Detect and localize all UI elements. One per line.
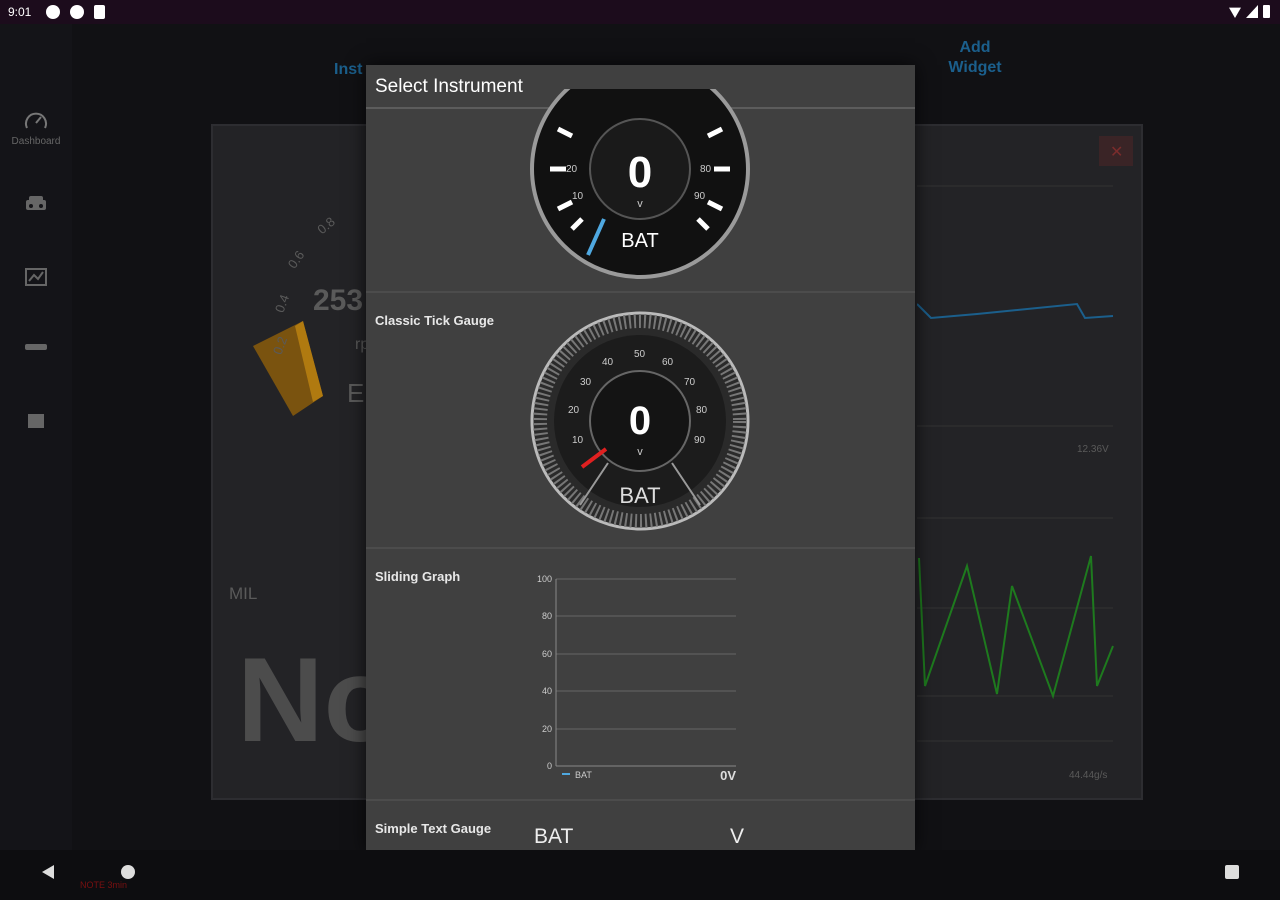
add-widget-label-line2: Widget (948, 59, 1002, 76)
home-icon[interactable] (120, 864, 136, 880)
gauge-value: 0 (629, 399, 651, 443)
instrument-option-simple-text-gauge[interactable]: Simple Text Gauge BAT V (366, 801, 915, 852)
car-icon (26, 196, 46, 210)
gauge-tick-label: 60 (662, 357, 674, 368)
instrument-option-classic-tick-gauge[interactable]: Classic Tick Gauge 0 v BAT 10 20 30 40 5… (366, 293, 915, 549)
gauge-tick-label: 70 (684, 377, 696, 388)
sidebar-item-stop[interactable] (0, 412, 72, 434)
rpm-value: 253 (313, 284, 364, 317)
navigation-bar: NOTE 3min (0, 850, 1280, 900)
gauge-value: 0 (628, 148, 652, 197)
mil-label: MIL (229, 584, 258, 603)
gauge-tick-label: 30 (580, 377, 592, 388)
gauge-tick-label: 90 (694, 435, 706, 446)
gauge-tick-label: 80 (696, 405, 708, 416)
instruments-button[interactable]: Inst (334, 60, 362, 80)
background-graphs (917, 185, 1114, 742)
graph-readout: 0V (720, 768, 736, 783)
system-icons (1229, 5, 1270, 18)
sidebar-item-graphs[interactable] (0, 267, 72, 291)
notification-icons (46, 5, 105, 19)
text-gauge-unit: V (730, 825, 745, 848)
signal-icon (1246, 5, 1258, 18)
volt-readout: 12.36V (1077, 444, 1109, 455)
gauge-tick-label: 90 (694, 191, 706, 202)
gauge-unit: v (637, 446, 643, 458)
status-bar: 9:01 (0, 0, 1280, 24)
y-tick-label: 0 (547, 761, 552, 771)
debug-overlay-text: NOTE 3min (80, 880, 128, 890)
close-icon: ✕ (1110, 144, 1124, 161)
obd-icon (25, 344, 47, 350)
gauge-tick-label: 40 (602, 357, 614, 368)
wifi-icon (1229, 7, 1241, 18)
gauge-tick-label: 10 (572, 435, 584, 446)
battery-icon (1263, 5, 1270, 18)
y-tick-label: 60 (542, 649, 552, 659)
select-instrument-dialog: Select Instrument 0 v BAT 10 20 80 90 Cl… (366, 65, 915, 852)
instrument-label: Sliding Graph (375, 569, 461, 584)
app-notification-icon (70, 5, 84, 19)
chart-icon (25, 268, 47, 286)
add-widget-button[interactable]: Add Widget (940, 38, 1010, 78)
legend-label: BAT (575, 770, 592, 780)
y-tick-label: 100 (537, 574, 552, 584)
instrument-label: Simple Text Gauge (375, 821, 492, 836)
app-window: Dashboard Inst Add Widget 0.2 0.4 0.6 0.… (0, 24, 1280, 852)
speed-readout: 44.44g/s (1069, 770, 1108, 781)
gauge-tick-label: 80 (700, 164, 712, 175)
status-time: 9:01 (8, 5, 32, 19)
gauge-name: BAT (619, 483, 660, 508)
text-gauge-name: BAT (534, 825, 574, 848)
speedometer-notification-icon (46, 5, 60, 19)
sidebar-item-label: Dashboard (11, 136, 61, 147)
gauge-name: BAT (621, 230, 658, 252)
gauge-tick-label: 50 (634, 349, 646, 360)
instrument-option-sliding-graph[interactable]: Sliding Graph 100 80 60 40 20 0 BAT 0V (366, 549, 915, 801)
back-icon[interactable] (40, 864, 56, 880)
y-tick-label: 20 (542, 724, 552, 734)
sliding-graph-preview: 100 80 60 40 20 0 BAT 0V (537, 574, 736, 783)
gauge-tick-label: 20 (568, 405, 580, 416)
y-tick-label: 40 (542, 686, 552, 696)
instrument-option-tick-gauge[interactable]: 0 v BAT 10 20 80 90 (366, 89, 915, 293)
tick-gauge-preview: 0 v BAT 10 20 80 90 (530, 89, 750, 279)
sidebar-item-obd[interactable] (0, 342, 72, 356)
gauge-tick-label: 10 (572, 191, 584, 202)
gauge-unit: v (637, 198, 643, 210)
recents-icon[interactable] (1224, 864, 1240, 880)
gauge-tick-label: 20 (566, 164, 578, 175)
sidebar-item-dashboard[interactable]: Dashboard (0, 110, 72, 147)
classic-gauge-preview: 0 v BAT 10 20 30 40 50 60 70 80 90 (530, 311, 750, 531)
sidebar: Dashboard (0, 24, 72, 850)
close-widget-button[interactable]: ✕ (1099, 136, 1133, 166)
stop-icon (28, 414, 44, 428)
sd-card-icon (94, 5, 105, 19)
y-tick-label: 80 (542, 611, 552, 621)
add-widget-label-line1: Add (959, 39, 991, 56)
esc-text: E (347, 378, 365, 408)
speedometer-icon (25, 112, 47, 129)
sidebar-item-vehicle[interactable] (0, 194, 72, 218)
instrument-label: Classic Tick Gauge (375, 313, 494, 328)
